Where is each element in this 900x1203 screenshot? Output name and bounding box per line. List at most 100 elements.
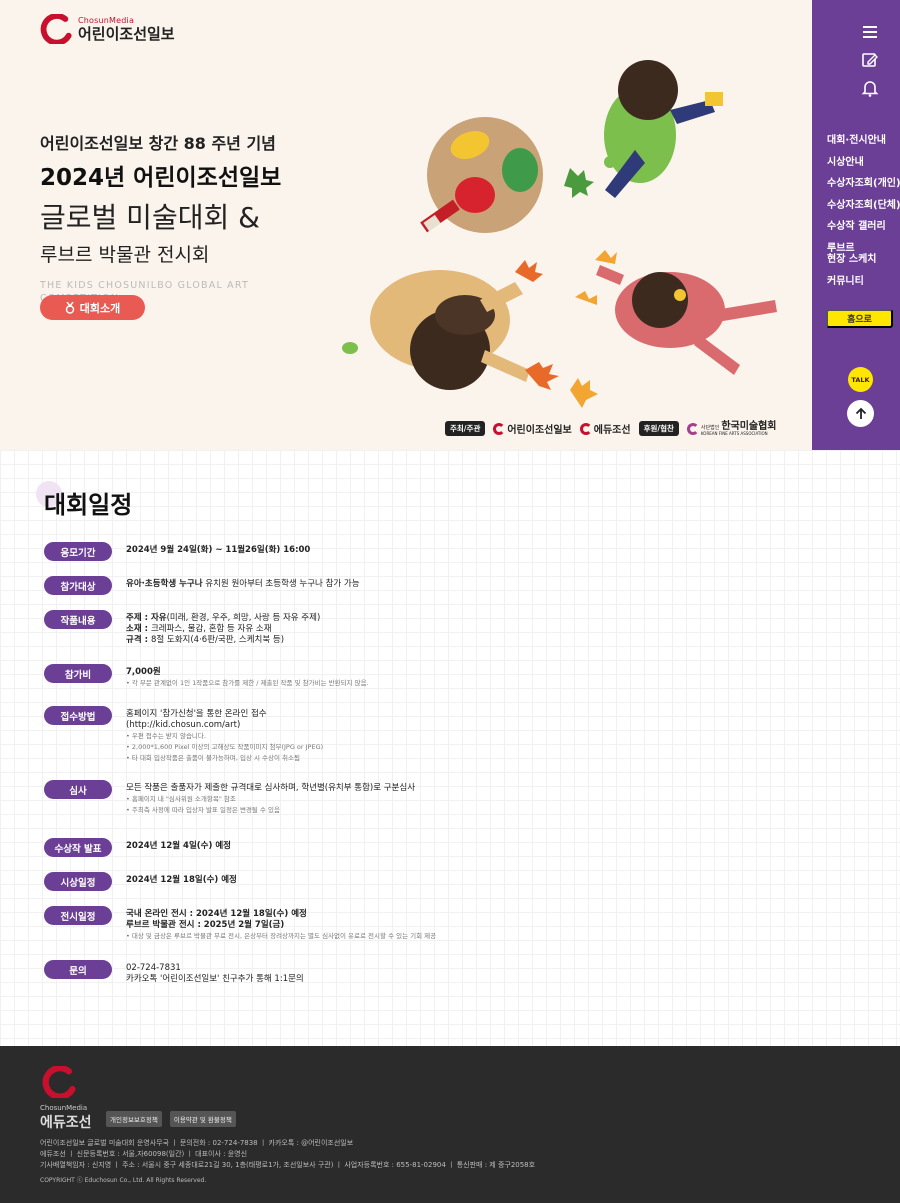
schedule-row-line: 소재 : 크레파스, 물감, 혼합 등 자유 소재 <box>126 624 320 635</box>
sponsor-host-1: 어린이조선일보 <box>493 421 572 436</box>
schedule-row-body: 홈페이지 '참가신청'을 통한 온라인 접수 (http://kid.chosun… <box>126 706 323 764</box>
schedule-row-line: 유아·초등학생 누구나 유치원 원아부터 초등학생 누구나 참가 가능 <box>126 579 360 590</box>
footer-logo[interactable]: ChosunMedia 에듀조선 <box>40 1065 92 1132</box>
side-menu-community[interactable]: 커뮤니티 <box>827 276 900 288</box>
footer-info-line: 에듀조선 ㅣ 신문등록번호 : 서울,자60098(일간) ㅣ 대표이사 : 윤… <box>40 1150 248 1158</box>
schedule-row-body: 주제 : 자유(미래, 환경, 우주, 희망, 사랑 등 자유 주제) 소재 : … <box>126 610 320 646</box>
footer-logo-sub: ChosunMedia <box>40 1104 88 1112</box>
schedule-row: 심사 모든 작품은 출품자가 제출한 규격대로 심사하며, 학년별(유치부 통합)… <box>44 780 415 816</box>
schedule-row: 시상일정 2024년 12월 18일(수) 예정 <box>44 872 237 891</box>
schedule-row-line: 카카오톡 '어린이조선일보' 친구추가 통해 1:1문의 <box>126 974 304 985</box>
sponsor-host-1-label: 어린이조선일보 <box>507 425 572 436</box>
schedule-row: 접수방법 홈페이지 '참가신청'을 통한 온라인 접수 (http://kid.ch… <box>44 706 323 764</box>
schedule-row-line: (http://kid.chosun.com/art) <box>126 720 323 731</box>
schedule-row-line-text: (미래, 환경, 우주, 희망, 사랑 등 자유 주제) <box>166 613 321 623</box>
schedule-row-note: • 각 부문 관계없이 1인 1작품으로 참가를 제한 / 제출된 작품 및 참… <box>126 679 369 687</box>
schedule-row-line-text: 8절 도화지(4·6판/국판, 스케치북 등) <box>150 635 285 645</box>
schedule-row: 참가대상 유아·초등학생 누구나 유치원 원아부터 초등학생 누구나 참가 가능 <box>44 576 360 595</box>
side-menu-louvre-sketch[interactable]: 루브르 현장 스케치 <box>827 243 900 266</box>
schedule-row-line: 2024년 12월 18일(수) 예정 <box>126 875 237 886</box>
schedule-row: 수상작 발표 2024년 12월 4일(수) 예정 <box>44 838 231 857</box>
sponsor-support-label: 후원/협찬 <box>638 421 679 436</box>
schedule-row-line-text: 02-724-7831 <box>126 963 181 973</box>
logo-main-text: 어린이조선일보 <box>78 24 175 43</box>
site-logo[interactable]: ChosunMedia 어린이조선일보 <box>40 14 175 44</box>
schedule-row-line: 2024년 9월 24일(화) ~ 11월26일(화) 16:00 <box>126 545 310 556</box>
ribbon-icon <box>65 301 74 314</box>
footer-links: 개인정보보호정책 이용약관 및 환불정책 <box>106 1111 236 1127</box>
side-menu: 대회·전시안내 시상안내 수상자조회(개인) 수상자조회(단체) 수상작 갤러리… <box>827 135 900 297</box>
schedule-row-body: 2024년 12월 4일(수) 예정 <box>126 838 231 857</box>
side-menu-gallery[interactable]: 수상작 갤러리 <box>827 221 900 233</box>
side-menu-guide[interactable]: 대회·전시안내 <box>827 135 900 147</box>
schedule-row-body: 모든 작품은 출품자가 제출한 규격대로 심사하며, 학년별(유치부 통합)로 … <box>126 780 415 816</box>
schedule-row-line: 모든 작품은 출품자가 제출한 규격대로 심사하며, 학년별(유치부 통합)로 … <box>126 783 415 794</box>
schedule-row-line-text: (http://kid.chosun.com/art) <box>126 720 241 730</box>
menu-icon[interactable] <box>860 22 880 42</box>
schedule-row: 작품내용 주제 : 자유(미래, 환경, 우주, 희망, 사랑 등 자유 주제) 소… <box>44 610 320 646</box>
schedule-row-label: 문의 <box>44 960 112 979</box>
schedule-row-line-text: 크레파스, 물감, 혼합 등 자유 소재 <box>150 624 272 634</box>
edit-icon[interactable] <box>860 50 880 70</box>
sponsor-support-1-en: KOREAN FINE ARTS ASSOCIATION <box>700 430 768 436</box>
schedule-row-label: 작품내용 <box>44 610 112 629</box>
schedule-row-line-bold: 2024년 12월 18일(수) 예정 <box>126 875 237 885</box>
sponsor-host-label: 주최/주관 <box>445 421 486 436</box>
hero-subtitle: 어린이조선일보 창간 88 주년 기념 <box>40 134 276 153</box>
schedule-row: 참가비 7,000원 • 각 부문 관계없이 1인 1작품으로 참가를 제한 / 제… <box>44 664 369 689</box>
schedule-row-label: 접수방법 <box>44 706 112 725</box>
schedule-row-line-text: 카카오톡 '어린이조선일보' 친구추가 통해 1:1문의 <box>126 974 304 984</box>
schedule-row-body: 02-724-7831 카카오톡 '어린이조선일보' 친구추가 통해 1:1문의 <box>126 960 304 985</box>
schedule-row-label: 시상일정 <box>44 872 112 891</box>
schedule-row-line: 7,000원 <box>126 667 369 678</box>
copyright: COPYRIGHT ⓒ Educhosun Co., Ltd. All Righ… <box>40 1177 207 1184</box>
schedule-row-line-bold: 2024년 9월 24일(화) ~ 11월26일(화) 16:00 <box>126 545 311 555</box>
footer: ChosunMedia 에듀조선 개인정보보호정책 이용약관 및 환불정책 어린… <box>0 1046 900 1203</box>
side-menu-awards[interactable]: 시상안내 <box>827 157 900 169</box>
schedule-row-label: 수상작 발표 <box>44 838 112 857</box>
sponsor-logo-icon <box>579 422 592 435</box>
schedule-row: 문의 02-724-7831 카카오톡 '어린이조선일보' 친구추가 통해 1:1문… <box>44 960 304 985</box>
schedule-row-body: 2024년 9월 24일(화) ~ 11월26일(화) 16:00 <box>126 542 310 561</box>
schedule-row-note: • 주최측 사정에 따라 입상자 발표 일정은 변경될 수 있음 <box>126 806 280 814</box>
sponsor-host-2: 에듀조선 <box>579 421 631 436</box>
kakao-talk-icon[interactable]: TALK <box>848 367 873 392</box>
home-button[interactable]: 홈으로 <box>826 309 893 328</box>
schedule-row-line-text: 모든 작품은 출품자가 제출한 규격대로 심사하며, 학년별(유치부 통합)로 … <box>126 783 416 793</box>
side-menu-winners-group[interactable]: 수상자조회(단체) <box>827 200 900 212</box>
privacy-policy-link[interactable]: 개인정보보호정책 <box>106 1111 162 1127</box>
schedule-row-label: 참가비 <box>44 664 112 683</box>
schedule-row-line: 주제 : 자유(미래, 환경, 우주, 희망, 사랑 등 자유 주제) <box>126 613 320 624</box>
schedule-row-line-bold: 소재 : <box>126 624 151 634</box>
schedule-row-line: 규격 : 8절 도화지(4·6판/국판, 스케치북 등) <box>126 635 320 646</box>
hero-illustration <box>342 60 777 408</box>
logo-sub-text: ChosunMedia <box>78 15 135 25</box>
hero-banner: ChosunMedia 어린이조선일보 어린이조선일보 창간 88 주년 기념 … <box>0 0 812 450</box>
footer-info-line: 기사배열책임자 : 신지영 ㅣ 주소 : 서울시 중구 세종대로21길 30, … <box>40 1161 536 1169</box>
intro-button[interactable]: 대회소개 <box>40 295 145 320</box>
schedule-row-body: 2024년 12월 18일(수) 예정 <box>126 872 237 891</box>
schedule-row-line: 국내 온라인 전시 : 2024년 12월 18일(수) 예정 <box>126 909 436 920</box>
schedule-row-line: 02-724-7831 <box>126 963 304 974</box>
logo-mark-icon <box>40 14 72 44</box>
sponsor-bar: 주최/주관 어린이조선일보 에듀조선 후원/협찬 사단법인 한국미술협회 KOR… <box>445 421 777 436</box>
footer-logo-main: 에듀조선 <box>40 1115 92 1131</box>
side-menu-winners-personal[interactable]: 수상자조회(개인) <box>827 178 900 190</box>
footer-info-line: 어린이조선일보 글로벌 미술대회 운영사무국 ㅣ 문의전화 : 02-724-7… <box>40 1139 354 1147</box>
schedule-row-label: 심사 <box>44 780 112 799</box>
sponsor-support-prefix: 사단법인 <box>700 424 720 431</box>
schedule-row-note: • 우편 접수는 받지 않습니다. <box>126 732 206 740</box>
schedule-row-line-bold: 루브르 박물관 전시 : 2025년 2월 7일(금) <box>126 920 285 930</box>
schedule-row-note: • 대상 및 금상은 루브르 박물관 무료 전시, 은상부터 장려상까지는 별도… <box>126 932 437 940</box>
schedule-row-line-bold: 7,000원 <box>126 667 161 677</box>
schedule-row-label: 전시일정 <box>44 906 112 925</box>
scroll-top-button[interactable] <box>847 400 874 427</box>
terms-link[interactable]: 이용약관 및 환불정책 <box>169 1111 236 1127</box>
hero-title: 2024년 어린이조선일보 <box>40 165 282 191</box>
schedule-row-line: 2024년 12월 4일(수) 예정 <box>126 841 231 852</box>
schedule-row-note: • 타 대회 입상작품은 출품이 불가능하며, 입상 시 수상이 취소됨 <box>126 754 300 762</box>
bell-icon[interactable] <box>860 78 880 98</box>
schedule-row-line-text: 홈페이지 '참가신청'을 통한 온라인 접수 <box>126 709 267 719</box>
schedule-row: 응모기간 2024년 9월 24일(화) ~ 11월26일(화) 16:00 <box>44 542 310 561</box>
schedule-row-body: 7,000원 • 각 부문 관계없이 1인 1작품으로 참가를 제한 / 제출된 … <box>126 664 369 689</box>
